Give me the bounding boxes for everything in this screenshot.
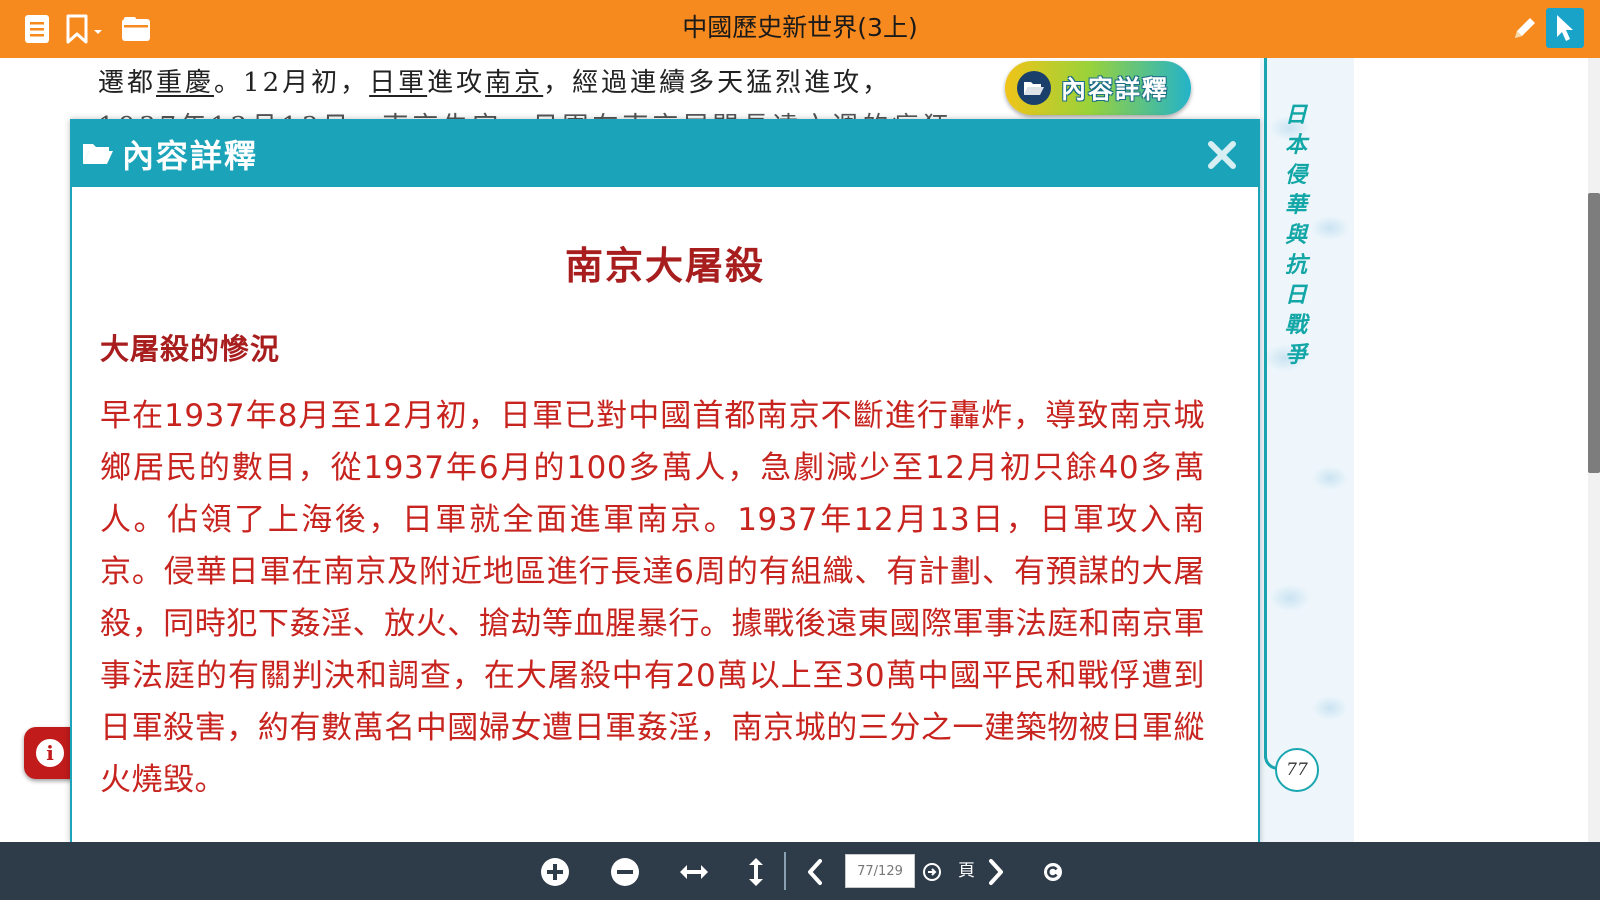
- book-text-line: 遷都重慶。12月初，日軍進攻南京，經過連續多天猛烈進攻，: [98, 62, 891, 99]
- book-text-underlined: 重慶: [156, 68, 215, 98]
- close-icon[interactable]: [1204, 137, 1240, 173]
- pointer-icon[interactable]: [1546, 8, 1584, 48]
- book-text: 。12月初，: [214, 68, 370, 98]
- toolbar-divider: [784, 852, 786, 890]
- article-title: 南京大屠殺: [564, 244, 765, 288]
- scrollbar-thumb[interactable]: [1588, 193, 1600, 473]
- fit-height-icon[interactable]: [738, 854, 774, 890]
- fit-width-icon[interactable]: [676, 854, 712, 890]
- previous-page-icon[interactable]: [797, 854, 833, 890]
- modal-header: 內容詳釋: [72, 121, 1258, 187]
- section-heading: 大屠殺的慘況: [100, 332, 281, 366]
- content-detail-button[interactable]: 內容詳釋: [1005, 61, 1191, 115]
- info-icon: i: [34, 737, 66, 769]
- book-text: 進攻: [427, 68, 486, 98]
- pencil-icon[interactable]: [1506, 8, 1544, 48]
- book-text: ，經過連續多天猛烈進攻，: [543, 68, 892, 98]
- open-folder-icon: [80, 139, 116, 169]
- modal-body: 南京大屠殺 大屠殺的慘況 早在1937年8月至12月初，日軍已對中國首都南京不斷…: [72, 235, 1258, 806]
- book-text: 遷都: [98, 68, 157, 98]
- article-body: 早在1937年8月至12月初，日軍已對中國首都南京不斷進行轟炸，導致南京城鄉居民…: [100, 398, 1205, 798]
- content-detail-modal: 內容詳釋 南京大屠殺 大屠殺的慘況 早在1937年8月至12月初，日軍已對中國首…: [70, 119, 1260, 843]
- page-unit-label: 頁: [958, 861, 975, 881]
- top-toolbar: 中國歷史新世界(3上): [0, 0, 1600, 58]
- content-detail-label: 內容詳釋: [1061, 75, 1170, 104]
- page-number-input[interactable]: [845, 854, 915, 888]
- zoom-out-icon[interactable]: [607, 854, 643, 890]
- page-number-badge: 77: [1275, 748, 1319, 792]
- modal-title: 內容詳釋: [122, 137, 259, 175]
- app-title: 中國歷史新世界(3上): [682, 13, 918, 42]
- chapter-side-title: 日本侵華與抗日戰爭: [1284, 102, 1307, 368]
- book-text-underlined: 南京: [485, 68, 544, 98]
- book-text-underlined: 日軍: [369, 68, 428, 98]
- open-folder-icon: [1017, 71, 1051, 105]
- bottom-toolbar: 頁: [0, 842, 1600, 900]
- refresh-icon[interactable]: [1035, 854, 1071, 890]
- go-to-page-icon[interactable]: [918, 854, 946, 890]
- next-page-icon[interactable]: [978, 854, 1014, 890]
- side-divider: [1264, 58, 1267, 758]
- zoom-in-icon[interactable]: [537, 854, 573, 890]
